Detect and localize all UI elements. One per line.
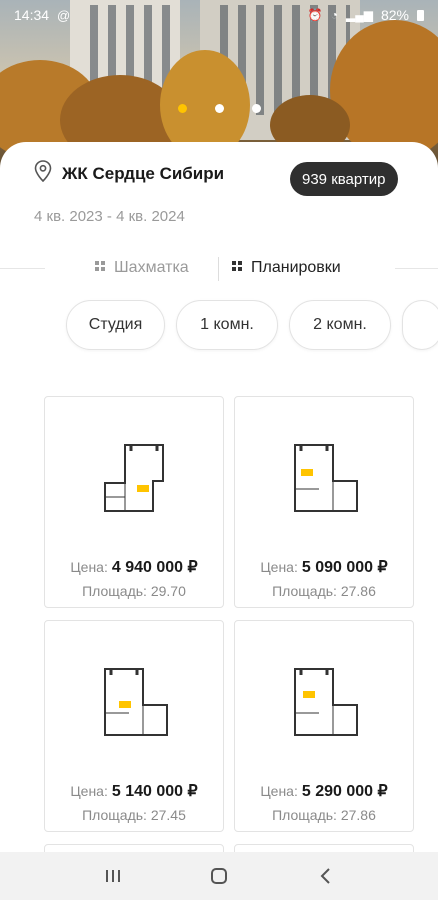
home-button[interactable] <box>199 856 239 896</box>
apartment-price: Цена: 4 940 000 ₽ <box>45 557 223 577</box>
tabs-divider-right <box>395 268 438 269</box>
tab-layouts-label: Планировки <box>251 259 341 276</box>
signal-icon: ▂▄▆ <box>346 8 373 22</box>
filter-studio[interactable]: Студия <box>66 300 165 350</box>
carousel-indicator[interactable] <box>0 104 438 113</box>
price-label: Цена: <box>260 783 298 799</box>
apartment-price: Цена: 5 090 000 ₽ <box>235 557 413 577</box>
price-value: 5 090 000 ₽ <box>301 559 388 576</box>
carousel-dot-1[interactable] <box>177 104 187 113</box>
battery-icon <box>417 9 424 21</box>
tab-layouts[interactable]: Планировки <box>231 259 341 277</box>
room-filters: Студия 1 комн. 2 комн. <box>66 300 438 350</box>
tab-chessboard[interactable]: Шахматка <box>94 259 189 277</box>
notification-icon: @ <box>57 7 71 23</box>
price-value: 5 140 000 ₽ <box>111 783 198 800</box>
apartment-area: Площадь: 29.70 <box>82 583 186 599</box>
apartment-area: Площадь: 27.86 <box>272 583 376 599</box>
grid-icon <box>94 259 106 277</box>
apartment-card[interactable]: Цена: 5 140 000 ₽ Площадь: 27.45 <box>44 620 224 832</box>
apartment-area: Площадь: 27.86 <box>272 807 376 823</box>
carousel-dot-3[interactable] <box>251 104 261 113</box>
apartments-count-badge: 939 квартир <box>290 162 398 196</box>
battery-level: 82% <box>380 7 409 23</box>
price-label: Цена: <box>70 783 108 799</box>
apartment-price: Цена: 5 290 000 ₽ <box>235 781 413 801</box>
view-tabs: Шахматка Планировки <box>0 253 438 285</box>
tab-chessboard-label: Шахматка <box>114 259 189 276</box>
filter-more[interactable] <box>402 300 438 350</box>
price-label: Цена: <box>70 559 108 575</box>
completion-dates: 4 кв. 2023 - 4 кв. 2024 <box>34 208 185 225</box>
floor-plan-image <box>294 668 358 736</box>
price-value: 4 940 000 ₽ <box>111 559 198 576</box>
status-time: 14:34 <box>14 7 50 23</box>
filter-2-room[interactable]: 2 комн. <box>289 300 391 350</box>
floor-plan-image <box>294 444 358 512</box>
back-button[interactable] <box>305 856 345 896</box>
alarm-icon: ⏰ <box>307 8 323 22</box>
price-value: 5 290 000 ₽ <box>301 783 388 800</box>
complex-location: ЖК Сердце Сибири <box>34 160 224 187</box>
complex-name: ЖК Сердце Сибири <box>62 163 225 183</box>
status-bar: 14:34 @ ⏰ ◔ ▂▄▆ 82% <box>0 0 438 30</box>
floor-plan-image <box>104 668 168 736</box>
apartment-card[interactable]: Цена: 5 090 000 ₽ Площадь: 27.86 <box>234 396 414 608</box>
recents-icon <box>106 870 120 882</box>
grid-icon <box>231 259 243 277</box>
price-label: Цена: <box>260 559 298 575</box>
system-nav-bar <box>0 852 438 900</box>
apartment-card[interactable]: Цена: 5 290 000 ₽ Площадь: 27.86 <box>234 620 414 832</box>
tabs-divider-left <box>0 268 45 269</box>
back-icon <box>320 868 330 884</box>
floor-plan-image <box>104 444 164 512</box>
apartment-price: Цена: 5 140 000 ₽ <box>45 781 223 801</box>
wifi-icon: ◔ <box>330 8 338 22</box>
filter-1-room[interactable]: 1 комн. <box>176 300 278 350</box>
map-pin-icon <box>34 160 52 187</box>
apartment-card[interactable]: Цена: 4 940 000 ₽ Площадь: 29.70 <box>44 396 224 608</box>
tabs-separator <box>218 257 219 281</box>
carousel-dot-2[interactable] <box>214 104 224 113</box>
apartment-area: Площадь: 27.45 <box>82 807 186 823</box>
home-icon <box>211 868 227 884</box>
recents-button[interactable] <box>93 856 133 896</box>
